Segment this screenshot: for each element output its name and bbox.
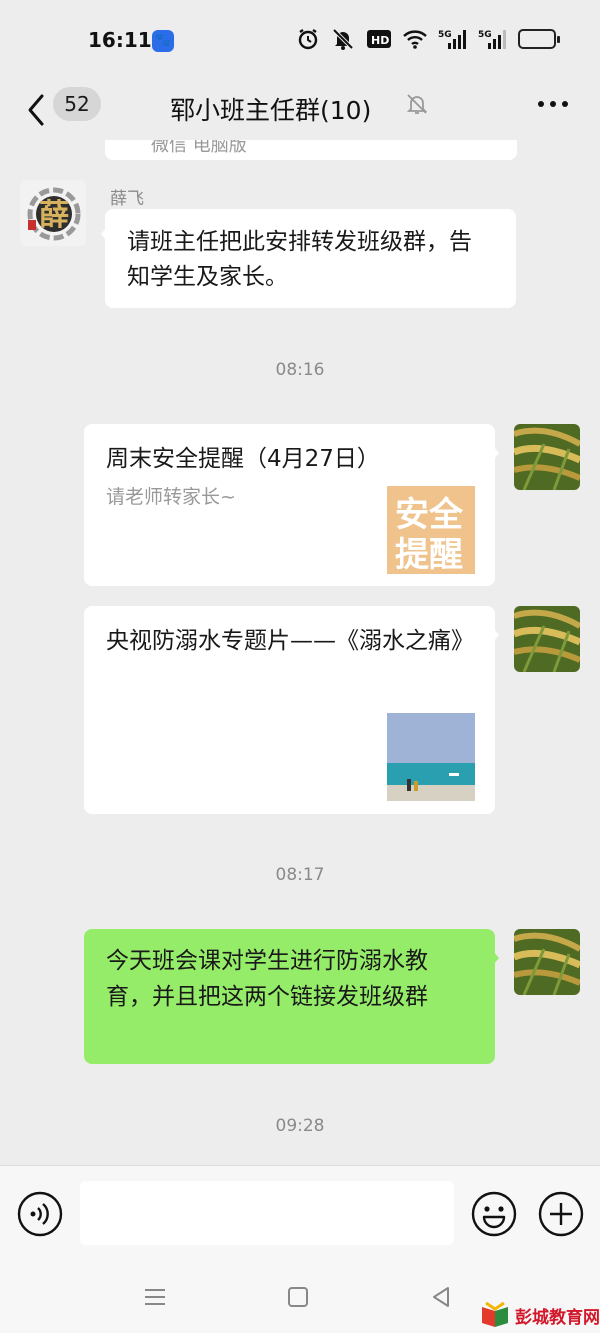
status-icons: HD 5G 5G xyxy=(296,26,560,52)
home-icon[interactable] xyxy=(283,1282,313,1312)
5g-signal-icon-2: 5G xyxy=(478,26,508,52)
chat-title: 郓小班主任群(10) xyxy=(170,96,372,125)
muted-bell-icon xyxy=(404,91,430,117)
link-card-description: 请老师转家长~ xyxy=(106,486,236,508)
back-arrow-icon[interactable] xyxy=(20,88,56,132)
menu-icon[interactable] xyxy=(140,1282,170,1312)
5g-signal-icon: 5G xyxy=(438,26,468,52)
thumb-text-top: 安全 xyxy=(395,495,464,535)
message-input[interactable] xyxy=(80,1181,454,1245)
status-bar: 16:11 🐾 HD 5G 5G xyxy=(0,0,600,80)
hd-label: HD xyxy=(371,34,389,47)
wifi-icon xyxy=(402,26,428,52)
self-avatar[interactable] xyxy=(514,424,580,490)
link-card-title: 央视防溺水专题片——《溺水之痛》 xyxy=(106,628,474,654)
plus-icon[interactable] xyxy=(537,1190,585,1238)
back-triangle-icon[interactable] xyxy=(426,1282,456,1312)
emoji-icon[interactable] xyxy=(470,1190,518,1238)
battery-icon xyxy=(518,26,560,52)
link-card[interactable]: 周末安全提醒（4月27日） 请老师转家长~ 安全 提醒 xyxy=(84,424,499,586)
timestamp: 08:16 xyxy=(275,360,325,380)
self-avatar[interactable] xyxy=(514,606,580,672)
book-logo-icon xyxy=(480,1301,510,1329)
baidu-app-icon: 🐾 xyxy=(152,30,174,52)
self-message-bubble[interactable]: 今天班会课对学生进行防溺水教育，并且把这两个链接发班级群 xyxy=(84,929,499,1064)
unread-count-badge[interactable]: 52 xyxy=(53,87,101,121)
hd-icon: HD xyxy=(366,26,392,52)
svg-text:薛: 薛 xyxy=(39,198,69,233)
watermark-text: 彭城教育网 xyxy=(515,1307,600,1328)
sender-avatar[interactable]: 薛 xyxy=(20,180,86,246)
self-avatar[interactable] xyxy=(514,929,580,995)
partial-message-bubble[interactable]: 微信 电脑版 xyxy=(105,140,517,160)
link-card-thumbnail: 安全 提醒 xyxy=(387,486,475,574)
link-card[interactable]: 央视防溺水专题片——《溺水之痛》 xyxy=(84,606,499,814)
alarm-icon xyxy=(296,26,320,52)
message-list[interactable]: 微信 电脑版 薛 薛飞 请班主任把此安排转发班级群，告知学生及家长。 08:16… xyxy=(0,140,600,1165)
message-bubble[interactable]: 请班主任把此安排转发班级群，告知学生及家长。 xyxy=(101,209,516,308)
partial-message-text: 微信 电脑版 xyxy=(151,140,247,156)
thumb-text-bottom: 提醒 xyxy=(395,535,463,574)
link-card-title: 周末安全提醒（4月27日） xyxy=(106,446,380,472)
input-bar xyxy=(0,1165,600,1260)
site-watermark: 彭城教育网 xyxy=(480,1300,600,1330)
sender-name: 薛飞 xyxy=(110,189,144,209)
network-label-1: 5G xyxy=(438,30,452,40)
voice-icon[interactable] xyxy=(17,1191,63,1237)
mute-bell-icon xyxy=(330,26,356,52)
status-time: 16:11 xyxy=(88,28,152,52)
network-label-2: 5G xyxy=(478,30,492,40)
timestamp: 08:17 xyxy=(275,865,325,885)
timestamp: 09:28 xyxy=(275,1116,325,1136)
link-card-thumbnail xyxy=(387,713,475,801)
more-icon[interactable] xyxy=(534,92,574,116)
